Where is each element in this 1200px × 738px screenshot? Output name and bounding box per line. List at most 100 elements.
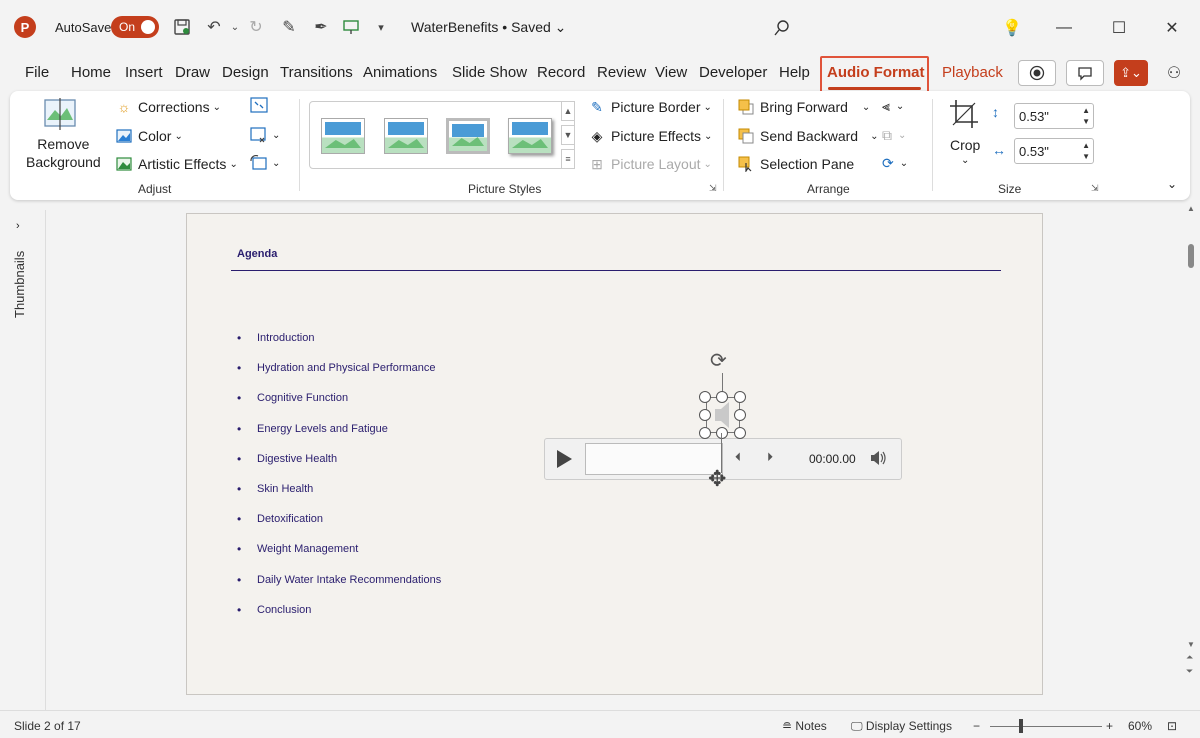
change-picture-icon[interactable]: ⌄	[250, 127, 280, 143]
resize-handle[interactable]	[699, 391, 711, 403]
resize-handle[interactable]	[716, 427, 728, 439]
copilot-icon[interactable]: ⚇	[1163, 62, 1185, 84]
gallery-scroll-down[interactable]: ▼	[561, 125, 575, 145]
selection-pane-button[interactable]: Selection Pane	[737, 155, 854, 173]
crop-button[interactable]: Crop ⌄	[950, 137, 980, 169]
gallery-scroll-up[interactable]: ▲	[561, 101, 575, 121]
thumbnails-label[interactable]: Thumbnails	[12, 251, 27, 318]
tab-insert[interactable]: Insert	[125, 64, 163, 81]
remove-background-icon[interactable]	[40, 97, 80, 131]
rotate-handle-icon[interactable]: ⟳	[710, 348, 727, 373]
picture-effects-button[interactable]: ◈ Picture Effects ⌄	[588, 127, 713, 145]
previous-slide-icon[interactable]: ⏶	[1186, 652, 1193, 663]
agenda-list[interactable]: Introduction Hydration and Physical Perf…	[237, 331, 441, 634]
width-spinner[interactable]: ▲ ▼	[1082, 140, 1090, 162]
expand-thumbnails-icon[interactable]: ›	[16, 220, 20, 232]
tab-developer[interactable]: Developer	[699, 64, 767, 81]
zoom-in-button[interactable]: +	[1106, 719, 1113, 733]
next-slide-icon[interactable]: ⏷	[1186, 666, 1193, 677]
tab-record[interactable]: Record	[537, 64, 585, 81]
redo-icon[interactable]: ↻	[245, 16, 267, 38]
resize-handle[interactable]	[716, 391, 728, 403]
bring-forward-button[interactable]: Bring Forward ⌄	[737, 98, 870, 116]
display-settings-icon: 🖵	[851, 719, 863, 733]
height-spinner[interactable]: ▲ ▼	[1082, 105, 1090, 127]
scroll-thumb[interactable]	[1188, 244, 1194, 268]
tab-design[interactable]: Design	[222, 64, 269, 81]
play-icon[interactable]	[557, 450, 572, 468]
send-backward-button[interactable]: Send Backward ⌄	[737, 127, 878, 145]
skip-back-icon[interactable]: ⏴	[735, 450, 741, 465]
height-input[interactable]: 0.53" ▲ ▼	[1014, 103, 1094, 129]
record-button[interactable]	[1018, 60, 1056, 86]
lightbulb-icon[interactable]: 💡	[998, 14, 1026, 42]
dialog-launcher-icon[interactable]: ⇲	[1091, 183, 1099, 194]
tab-draw[interactable]: Draw	[175, 64, 210, 81]
resize-handle[interactable]	[734, 391, 746, 403]
zoom-level[interactable]: 60%	[1128, 719, 1152, 733]
close-icon[interactable]: ✕	[1158, 14, 1186, 42]
autosave-toggle[interactable]: On	[111, 16, 159, 38]
reset-picture-icon[interactable]: ⌄	[250, 155, 280, 171]
width-input[interactable]: 0.53" ▲ ▼	[1014, 138, 1094, 164]
rotate-icon[interactable]: ⟳ ⌄	[882, 155, 908, 172]
scroll-down-icon[interactable]: ▼	[1187, 640, 1195, 649]
picture-style-1[interactable]	[321, 118, 365, 154]
tab-view[interactable]: View	[655, 64, 687, 81]
maximize-icon[interactable]: ☐	[1105, 14, 1133, 42]
fit-slide-icon[interactable]: ⊡	[1167, 719, 1177, 733]
zoom-slider-thumb[interactable]	[1019, 719, 1023, 733]
undo-icon[interactable]: ↶	[203, 16, 225, 38]
dialog-launcher-icon[interactable]: ⇲	[709, 183, 717, 194]
share-button[interactable]: ⇪⌄	[1114, 60, 1148, 86]
tab-help[interactable]: Help	[779, 64, 810, 81]
tab-review[interactable]: Review	[597, 64, 646, 81]
picture-style-4[interactable]	[508, 118, 552, 154]
undo-dropdown-icon[interactable]: ⌄	[224, 16, 246, 38]
save-icon[interactable]	[171, 16, 193, 38]
tab-slide-show[interactable]: Slide Show	[452, 64, 527, 81]
corrections-button[interactable]: ☼ Corrections ⌄	[115, 98, 221, 116]
crop-icon[interactable]	[948, 98, 980, 130]
resize-handle[interactable]	[734, 427, 746, 439]
gallery-more[interactable]: ≡	[561, 149, 575, 169]
remove-background-button[interactable]: Remove Background	[26, 135, 101, 171]
color-button[interactable]: Color ⌄	[115, 127, 183, 145]
resize-handle[interactable]	[699, 427, 711, 439]
compress-pictures-icon[interactable]	[250, 97, 268, 113]
collapse-ribbon-icon[interactable]: ⌄	[1167, 177, 1177, 191]
document-title[interactable]: WaterBenefits • Saved ⌄	[411, 19, 566, 36]
artistic-effects-button[interactable]: Artistic Effects ⌄	[115, 155, 238, 173]
resize-handle[interactable]	[734, 409, 746, 421]
pen-icon[interactable]: ✒	[310, 16, 332, 38]
tab-animations[interactable]: Animations	[363, 64, 437, 81]
resize-handle[interactable]	[699, 409, 711, 421]
search-icon[interactable]	[771, 17, 793, 39]
present-icon[interactable]	[340, 16, 362, 38]
group-objects-icon[interactable]: ⧉ ⌄	[882, 127, 906, 144]
notes-button[interactable]: ≘ Notes	[782, 719, 827, 733]
remove-background-label-2: Background	[26, 154, 101, 170]
picture-style-3[interactable]	[446, 118, 490, 154]
comments-button[interactable]	[1066, 60, 1104, 86]
zoom-slider[interactable]	[990, 726, 1102, 727]
picture-style-2[interactable]	[384, 118, 428, 154]
picture-border-button[interactable]: ✎ Picture Border ⌄	[588, 98, 712, 116]
customize-toolbar-icon[interactable]: ▾	[370, 16, 392, 38]
zoom-out-button[interactable]: −	[973, 719, 980, 733]
vertical-scrollbar[interactable]: ▲ ▼ ⏶ ⏷	[1182, 200, 1200, 710]
minimize-icon[interactable]: —	[1050, 14, 1078, 42]
volume-icon[interactable]	[869, 450, 887, 469]
tab-home[interactable]: Home	[71, 64, 111, 81]
skip-forward-icon[interactable]: ⏵	[767, 450, 773, 465]
format-painter-icon[interactable]: ✎	[278, 16, 300, 38]
tab-file[interactable]: File	[25, 64, 49, 81]
display-settings-button[interactable]: 🖵 Display Settings	[851, 719, 952, 734]
tab-playback[interactable]: Playback	[942, 64, 1003, 81]
audio-progress-bar[interactable]	[585, 443, 723, 475]
slide-title[interactable]: Agenda	[237, 248, 277, 260]
tab-transitions[interactable]: Transitions	[280, 64, 353, 81]
scroll-up-icon[interactable]: ▲	[1187, 204, 1195, 213]
picture-layout-button[interactable]: ⊞ Picture Layout ⌄	[588, 155, 712, 173]
align-icon[interactable]: ⫷ ⌄	[882, 98, 904, 115]
